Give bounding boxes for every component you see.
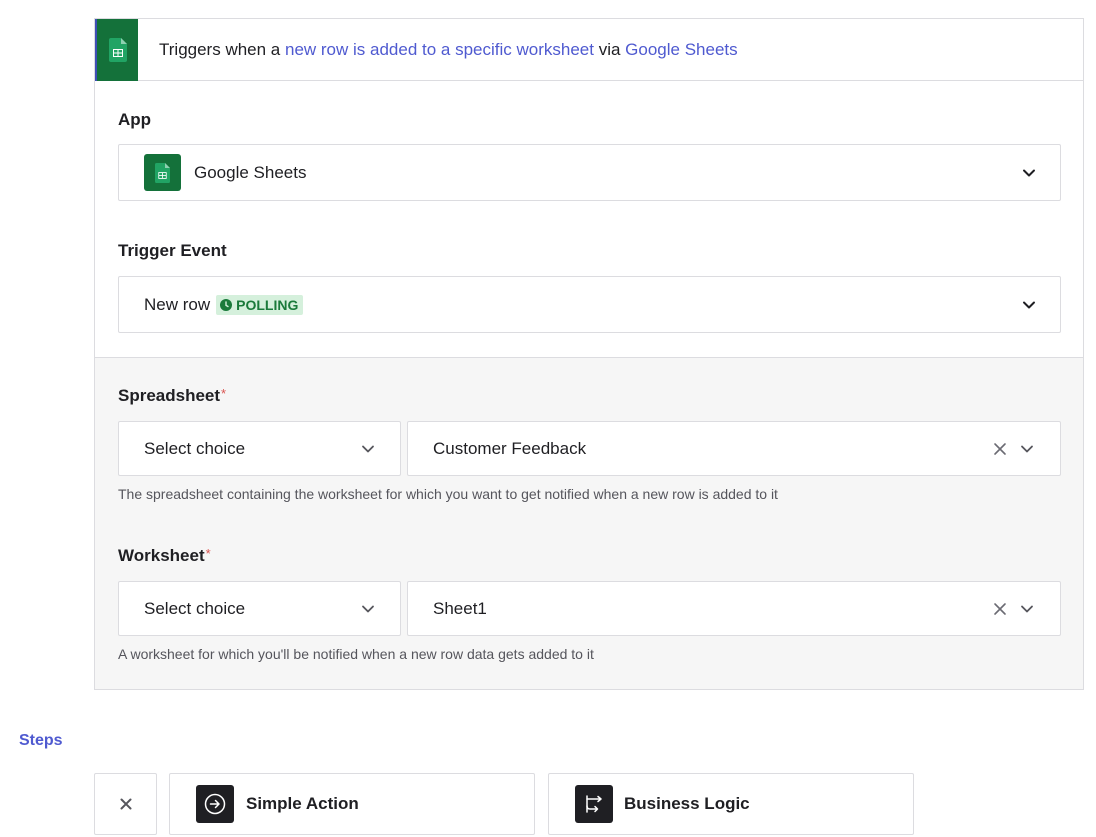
required-marker: * xyxy=(221,386,227,401)
chevron-down-icon[interactable] xyxy=(1019,441,1035,457)
required-marker: * xyxy=(205,546,211,561)
simple-action-label: Simple Action xyxy=(246,794,359,813)
trigger-via: via xyxy=(593,40,626,59)
trigger-description: Triggers when a new row is added to a sp… xyxy=(159,19,738,81)
trigger-card: Triggers when a new row is added to a sp… xyxy=(94,18,1084,690)
clear-icon[interactable] xyxy=(993,442,1007,456)
trigger-event-value-wrap: New row POLLING xyxy=(144,294,304,315)
chevron-down-icon[interactable] xyxy=(1021,165,1037,181)
spreadsheet-mode-value: Select choice xyxy=(144,438,246,458)
worksheet-mode-value: Select choice xyxy=(144,598,246,618)
branch-icon xyxy=(575,785,613,823)
spreadsheet-selected-value: Customer Feedback xyxy=(433,438,587,458)
trigger-summary-header: Triggers when a new row is added to a sp… xyxy=(95,19,1083,81)
trigger-app-link[interactable]: Google Sheets xyxy=(625,40,737,59)
close-icon xyxy=(120,798,132,810)
steps-heading: Steps xyxy=(19,732,63,749)
app-label: App xyxy=(118,110,152,129)
trigger-prefix: Triggers when a xyxy=(159,40,285,59)
spreadsheet-label: Spreadsheet* xyxy=(118,386,226,406)
simple-action-step[interactable]: Simple Action xyxy=(169,773,535,835)
worksheet-mode-select[interactable]: Select choice xyxy=(118,581,401,636)
clear-icon[interactable] xyxy=(993,602,1007,616)
trigger-event-select[interactable]: New row POLLING xyxy=(118,276,1061,333)
worksheet-label-text: Worksheet xyxy=(118,546,205,565)
google-sheets-icon xyxy=(144,154,181,191)
spreadsheet-mode-select[interactable]: Select choice xyxy=(118,421,401,476)
trigger-event-link[interactable]: new row is added to a specific worksheet xyxy=(285,40,594,59)
worksheet-selected-value: Sheet1 xyxy=(433,598,487,618)
spreadsheet-value-select[interactable]: Customer Feedback xyxy=(407,421,1061,476)
chevron-down-icon[interactable] xyxy=(360,441,376,457)
clock-icon xyxy=(220,298,233,311)
spreadsheet-help-text: The spreadsheet containing the worksheet… xyxy=(118,486,778,502)
configuration-panel: Spreadsheet* Select choice Customer Feed… xyxy=(95,357,1083,689)
app-select-value: Google Sheets xyxy=(194,162,307,182)
worksheet-label: Worksheet* xyxy=(118,546,211,566)
close-steps-button[interactable] xyxy=(94,773,157,835)
arrow-circle-icon xyxy=(196,785,234,823)
trigger-event-label: Trigger Event xyxy=(118,241,227,260)
worksheet-help-text: A worksheet for which you'll be notified… xyxy=(118,646,594,662)
google-sheets-icon xyxy=(95,19,138,81)
trigger-event-value: New row xyxy=(144,294,211,314)
spreadsheet-label-text: Spreadsheet xyxy=(118,386,221,405)
worksheet-value-select[interactable]: Sheet1 xyxy=(407,581,1061,636)
chevron-down-icon[interactable] xyxy=(360,601,376,617)
chevron-down-icon[interactable] xyxy=(1019,601,1035,617)
app-select[interactable]: Google Sheets xyxy=(118,144,1061,201)
chevron-down-icon[interactable] xyxy=(1021,297,1037,313)
business-logic-label: Business Logic xyxy=(624,794,750,813)
polling-badge-text: POLLING xyxy=(236,296,299,313)
business-logic-step[interactable]: Business Logic xyxy=(548,773,914,835)
polling-badge: POLLING xyxy=(216,294,304,315)
